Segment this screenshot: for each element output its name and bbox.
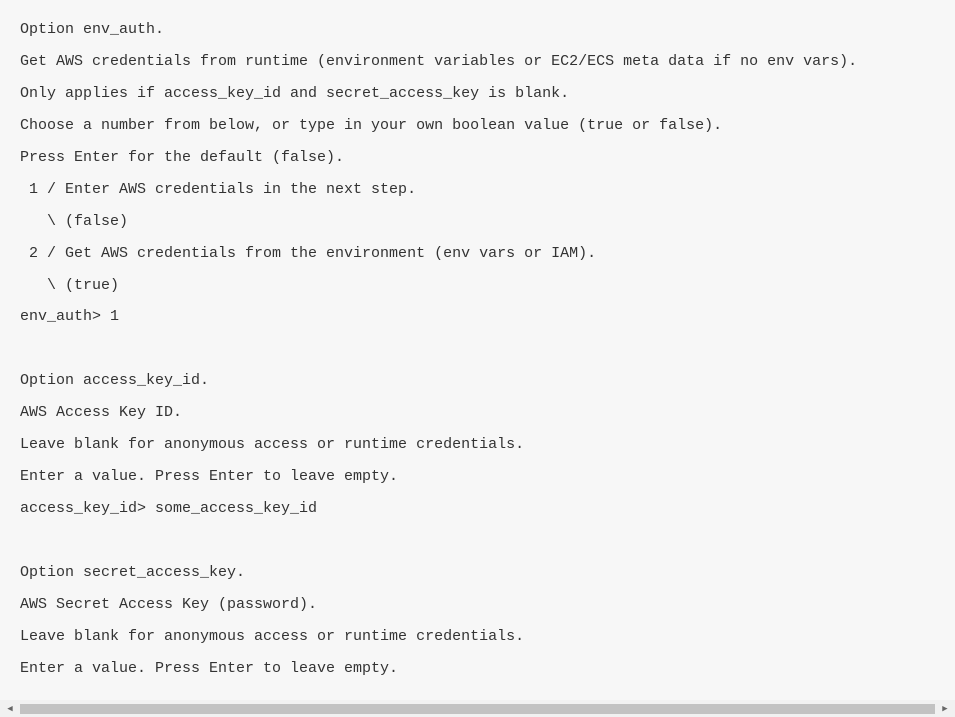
scroll-thumb[interactable] <box>20 704 935 714</box>
scroll-right-arrow-icon[interactable]: ▶ <box>938 700 955 717</box>
scroll-left-arrow-icon[interactable]: ◀ <box>0 700 17 717</box>
horizontal-scrollbar[interactable]: ◀ ▶ <box>0 700 955 717</box>
code-container: Option env_auth. Get AWS credentials fro… <box>0 0 955 690</box>
terminal-output: Option env_auth. Get AWS credentials fro… <box>0 14 955 690</box>
